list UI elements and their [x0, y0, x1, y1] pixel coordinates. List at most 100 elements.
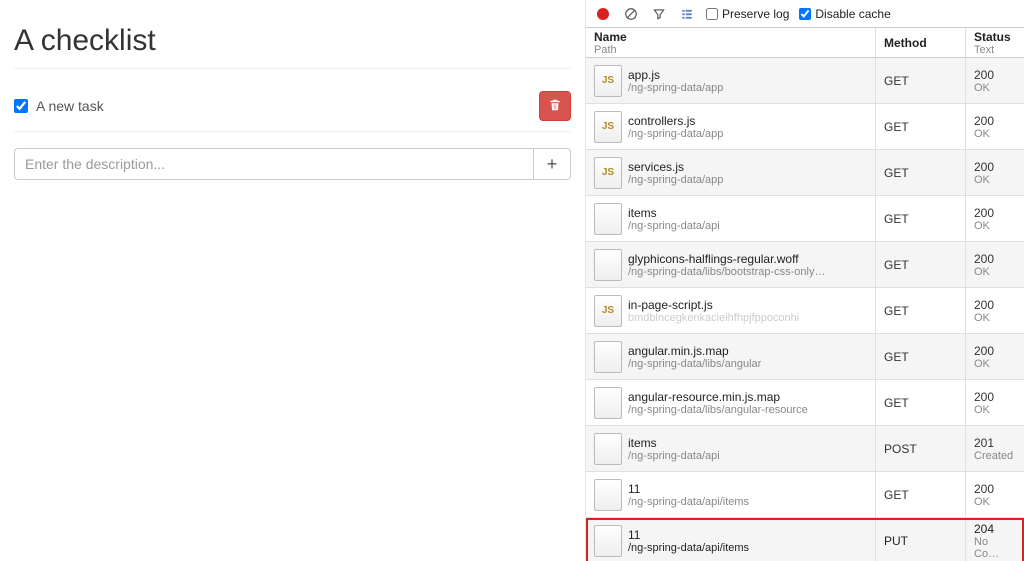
app-pane: A checklist A new task +: [0, 0, 586, 561]
cell-name: in-page-script.jsbmdblncegkenkacieihfhpj…: [586, 288, 876, 333]
status-text: No Co…: [974, 536, 1016, 560]
name-text: angular.min.js.map/ng-spring-data/libs/a…: [628, 344, 761, 370]
column-status-label: Status: [974, 30, 1016, 44]
request-method: GET: [876, 196, 966, 241]
document-icon: [594, 433, 622, 465]
preserve-log-toggle[interactable]: Preserve log: [706, 7, 789, 21]
network-row[interactable]: items/ng-spring-data/apiPOST 201Created: [586, 426, 1024, 472]
network-row[interactable]: angular.min.js.map/ng-spring-data/libs/a…: [586, 334, 1024, 380]
devtools-toolbar: Preserve log Disable cache: [586, 0, 1024, 28]
filter-icon: [652, 7, 666, 21]
request-method: GET: [876, 472, 966, 517]
js-file-icon: [594, 65, 622, 97]
network-row[interactable]: items/ng-spring-data/apiGET200OK: [586, 196, 1024, 242]
clear-icon: [624, 7, 638, 21]
clear-button[interactable]: [622, 5, 640, 23]
cell-name: angular.min.js.map/ng-spring-data/libs/a…: [586, 334, 876, 379]
name-text: items/ng-spring-data/api: [628, 206, 720, 232]
network-table-header: Name Path Method Status Text: [586, 28, 1024, 58]
column-status[interactable]: Status Text: [966, 28, 1024, 57]
document-icon: [594, 249, 622, 281]
network-row[interactable]: controllers.js/ng-spring-data/appGET200O…: [586, 104, 1024, 150]
status-text: OK: [974, 82, 1016, 94]
status-text: OK: [974, 220, 1016, 232]
request-name: glyphicons-halflings-regular.woff: [628, 252, 825, 266]
task-label[interactable]: A new task: [14, 98, 104, 114]
js-file-icon: [594, 111, 622, 143]
record-icon: [597, 8, 609, 20]
js-file-icon: [594, 157, 622, 189]
network-row[interactable]: app.js/ng-spring-data/app GET 200OK: [586, 58, 1024, 104]
request-path: /ng-spring-data/api/items: [628, 542, 749, 554]
disable-cache-checkbox[interactable]: [799, 8, 811, 20]
request-status: 200OK: [966, 242, 1024, 287]
status-text: OK: [974, 128, 1016, 140]
name-text: 11/ng-spring-data/api/items: [628, 482, 749, 508]
status-text: Created: [974, 450, 1016, 462]
status-code: 200: [974, 344, 1016, 358]
preserve-log-checkbox[interactable]: [706, 8, 718, 20]
status-code: 200: [974, 68, 1016, 82]
request-path: /ng-spring-data/app: [628, 128, 723, 140]
request-name: angular.min.js.map: [628, 344, 761, 358]
cell-name: items/ng-spring-data/api: [586, 426, 876, 471]
js-file-icon: [594, 295, 622, 327]
name-text: services.js/ng-spring-data/app: [628, 160, 723, 186]
request-status: 200OK: [966, 472, 1024, 517]
plus-icon: +: [547, 154, 558, 175]
trash-icon: [548, 98, 562, 115]
status-code: 200: [974, 298, 1016, 312]
request-name: 11: [628, 482, 749, 496]
status-code: 200: [974, 160, 1016, 174]
status-code: 204: [974, 522, 1016, 536]
request-name: items: [628, 436, 720, 450]
request-method: GET: [876, 380, 966, 425]
document-icon: [594, 203, 622, 235]
status-text: OK: [974, 266, 1016, 278]
request-name: in-page-script.js: [628, 298, 799, 312]
column-method[interactable]: Method: [876, 28, 966, 57]
column-name[interactable]: Name Path: [586, 28, 876, 57]
request-status: 200OK: [966, 288, 1024, 333]
status-code: 200: [974, 114, 1016, 128]
page-title: A checklist: [14, 10, 571, 69]
column-status-sublabel: Text: [974, 44, 1016, 56]
request-path: /ng-spring-data/api/items: [628, 496, 749, 508]
task-checkbox[interactable]: [14, 99, 28, 113]
list-icon: [680, 7, 694, 21]
cell-name: controllers.js/ng-spring-data/app: [586, 104, 876, 149]
network-row[interactable]: glyphicons-halflings-regular.woff/ng-spr…: [586, 242, 1024, 288]
request-name: items: [628, 206, 720, 220]
task-row: A new task: [14, 85, 571, 132]
status-text: OK: [974, 174, 1016, 186]
network-row[interactable]: services.js/ng-spring-data/appGET200OK: [586, 150, 1024, 196]
request-name: controllers.js: [628, 114, 723, 128]
status-code: 201: [974, 436, 1016, 450]
cell-name: 11/ng-spring-data/api/items: [586, 518, 876, 561]
column-name-label: Name: [594, 30, 867, 44]
add-button[interactable]: +: [533, 148, 571, 180]
status-text: OK: [974, 312, 1016, 324]
disable-cache-toggle[interactable]: Disable cache: [799, 7, 890, 21]
new-task-input-row: +: [14, 148, 571, 180]
record-button[interactable]: [594, 5, 612, 23]
cell-name: glyphicons-halflings-regular.woff/ng-spr…: [586, 242, 876, 287]
request-name: app.js: [628, 68, 723, 82]
cell-name: items/ng-spring-data/api: [586, 196, 876, 241]
filter-button[interactable]: [650, 5, 668, 23]
name-text: app.js/ng-spring-data/app: [628, 68, 723, 94]
view-toggle-button[interactable]: [678, 5, 696, 23]
network-row[interactable]: 11/ng-spring-data/api/itemsPUT204No Co…: [586, 518, 1024, 561]
request-path: /ng-spring-data/api: [628, 220, 720, 232]
request-method: GET: [876, 58, 966, 103]
description-input[interactable]: [14, 148, 533, 180]
network-row[interactable]: angular-resource.min.js.map/ng-spring-da…: [586, 380, 1024, 426]
delete-button[interactable]: [539, 91, 571, 121]
network-row[interactable]: in-page-script.jsbmdblncegkenkacieihfhpj…: [586, 288, 1024, 334]
network-row[interactable]: 11/ng-spring-data/api/items GET200OK: [586, 472, 1024, 518]
cell-name: 11/ng-spring-data/api/items: [586, 472, 876, 517]
document-icon: [594, 387, 622, 419]
request-method: POST: [876, 426, 966, 471]
request-name: services.js: [628, 160, 723, 174]
request-path: /ng-spring-data/libs/angular-resource: [628, 404, 808, 416]
